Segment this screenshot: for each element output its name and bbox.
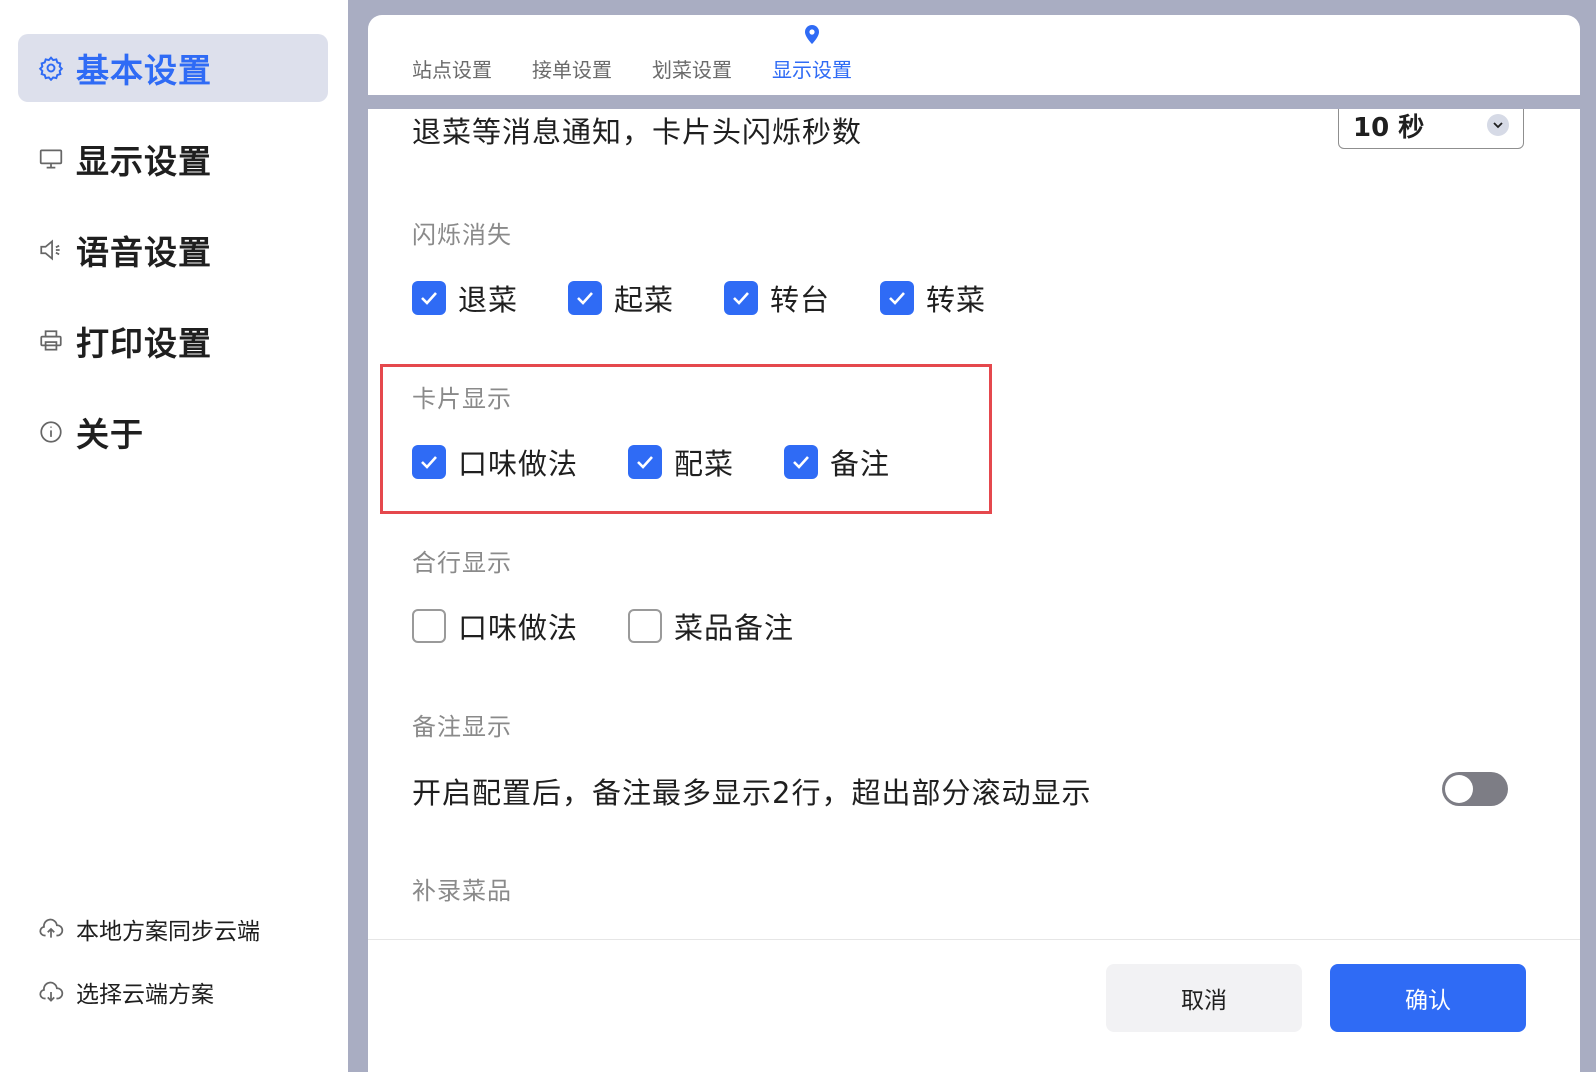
checkbox-label: 起菜 [614,283,675,317]
info-icon [38,419,64,445]
sidebar-item-display-settings[interactable]: 显示设置 [18,125,328,193]
tab-display-settings[interactable]: 显示设置 [772,25,852,95]
checkbox-card-note[interactable]: 备注 [784,441,890,483]
checkbox-label: 菜品备注 [674,611,795,645]
action-bar: 取消 确认 [368,939,1580,1072]
section-title-blink-dismiss: 闪烁消失 [412,221,512,249]
printer-icon [38,328,64,354]
sidebar-item-label: 关于 [76,415,144,454]
section-title-note-display: 备注显示 [412,713,512,741]
sidebar-item-label: 显示设置 [76,142,212,181]
checkbox-transfer-dish[interactable]: 转菜 [880,277,986,319]
settings-content[interactable]: 退菜等消息通知，卡片头闪烁秒数 10 秒 闪烁消失 退菜 起菜 转台 转菜 卡片… [368,109,1580,971]
checkbox-label: 口味做法 [458,447,579,481]
checkmark-icon [412,281,446,315]
sidebar-item-label: 语音设置 [76,233,212,272]
checkmark-icon [568,281,603,315]
card-display-options: 口味做法 配菜 备注 [412,441,890,483]
checkbox-empty [412,609,446,643]
sync-to-cloud-link[interactable]: 本地方案同步云端 [38,912,260,946]
tab-site-settings[interactable]: 站点设置 [412,54,492,95]
checkbox-serve-dish[interactable]: 起菜 [568,277,674,319]
checkbox-transfer-table[interactable]: 转台 [724,277,830,319]
cloud-download-icon [38,979,64,1005]
cancel-button[interactable]: 取消 [1106,964,1302,1032]
tab-divider [368,95,1580,109]
footer-link-label: 本地方案同步云端 [76,919,260,945]
section-title-supplement: 补录菜品 [412,877,512,905]
note-display-toggle[interactable] [1442,772,1508,806]
checkmark-icon [784,445,819,479]
checkbox-label: 退菜 [458,283,519,317]
sidebar-item-label: 基本设置 [76,51,212,90]
checkbox-card-side-dish[interactable]: 配菜 [628,441,734,483]
location-pin-icon [803,24,821,51]
note-display-description: 开启配置后，备注最多显示2行，超出部分滚动显示 [412,776,1092,810]
sidebar-item-print-settings[interactable]: 打印设置 [18,307,328,375]
checkmark-icon [724,281,759,315]
checkbox-label: 备注 [830,447,891,481]
footer-link-label: 选择云端方案 [76,982,214,1008]
confirm-button[interactable]: 确认 [1330,964,1526,1032]
checkbox-merge-flavor[interactable]: 口味做法 [412,605,578,647]
monitor-icon [38,146,64,172]
checkbox-label: 口味做法 [458,611,579,645]
checkbox-label: 转菜 [926,283,987,317]
section-title-card-display: 卡片显示 [412,385,512,413]
sidebar-item-label: 打印设置 [76,324,212,363]
cloud-upload-icon [38,916,64,942]
gear-icon [38,55,64,81]
merge-display-options: 口味做法 菜品备注 [412,605,794,647]
checkmark-icon [880,281,915,315]
blink-seconds-value: 10 秒 [1353,112,1425,143]
checkbox-merge-dish-note[interactable]: 菜品备注 [628,605,794,647]
choose-cloud-plan-link[interactable]: 选择云端方案 [38,975,214,1009]
blink-dismiss-options: 退菜 起菜 转台 转菜 [412,277,986,319]
checkbox-return-dish[interactable]: 退菜 [412,277,518,319]
blink-seconds-label: 退菜等消息通知，卡片头闪烁秒数 [412,115,863,149]
section-title-merge-display: 合行显示 [412,549,512,577]
checkbox-label: 配菜 [674,447,735,481]
tab-dish-marking-settings[interactable]: 划菜设置 [652,54,732,95]
checkbox-label: 转台 [770,283,831,317]
tab-bar: 站点设置 接单设置 划菜设置 显示设置 [368,15,1580,95]
tab-label: 显示设置 [772,58,852,82]
toggle-knob [1445,775,1473,803]
checkbox-card-flavor[interactable]: 口味做法 [412,441,578,483]
checkmark-icon [628,445,663,479]
checkmark-icon [412,445,446,479]
tab-order-settings[interactable]: 接单设置 [532,54,612,95]
speaker-icon [38,237,64,263]
sidebar-item-basic-settings[interactable]: 基本设置 [18,34,328,102]
sidebar-item-about[interactable]: 关于 [18,398,328,466]
chevron-down-icon [1487,114,1509,136]
sidebar-item-voice-settings[interactable]: 语音设置 [18,216,328,284]
settings-panel: 站点设置 接单设置 划菜设置 显示设置 退菜等消息通知，卡片头闪烁秒数 10 秒… [368,15,1580,1072]
sidebar: 基本设置 显示设置 语音设置 打印设置 关于 本地方案同步云端 选择云端方案 [0,0,348,1072]
blink-seconds-select[interactable]: 10 秒 [1338,109,1524,149]
checkbox-empty [628,609,663,643]
